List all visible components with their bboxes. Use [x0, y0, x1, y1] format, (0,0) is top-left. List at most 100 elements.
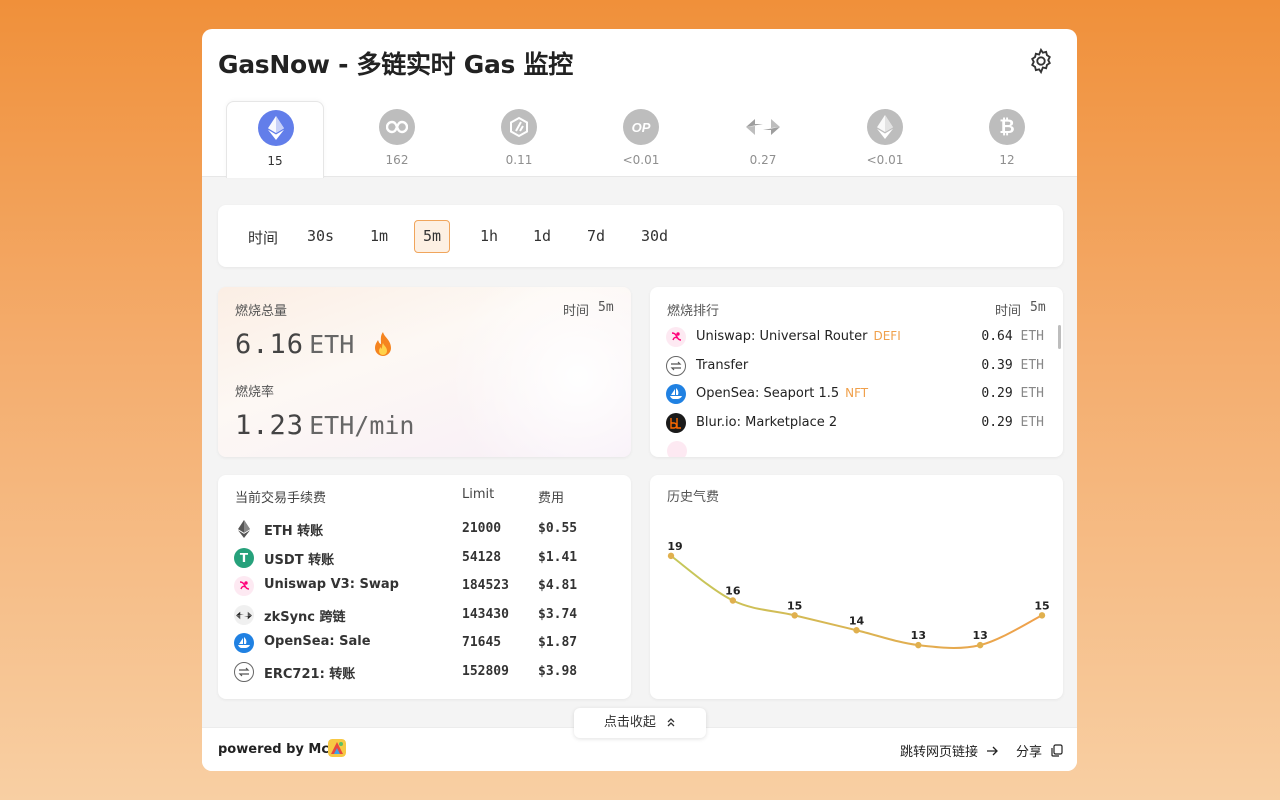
ranking-title: 燃烧排行	[667, 304, 720, 319]
fee-row: OpenSea: Sale 71645 $1.87	[234, 631, 614, 655]
burn-rate-unit: ETH/min	[309, 411, 415, 440]
opensea-icon	[666, 384, 686, 404]
data-label: 19	[667, 540, 682, 553]
transfer-icon	[234, 662, 254, 682]
fee-title: 当前交易手续费	[235, 491, 327, 506]
ranking-row[interactable]: Transfer 0.39 ETH	[666, 354, 1044, 378]
ranking-unit: ETH	[1020, 358, 1044, 373]
time-option-1m[interactable]: 1m	[361, 220, 397, 253]
time-option-30d[interactable]: 30d	[632, 220, 677, 253]
uniswap-icon	[666, 327, 686, 347]
chevrons-up-icon	[667, 718, 675, 727]
burn-total-label: 燃烧总量	[235, 304, 288, 319]
chain-tab-goerli[interactable]: <0.01	[836, 101, 934, 177]
ranking-value: 0.29	[981, 415, 1013, 430]
ranking-unit: ETH	[1020, 415, 1044, 430]
ethereum-icon	[258, 110, 294, 146]
chain-tab-arbitrum[interactable]: 0.11	[470, 101, 568, 177]
fee-name: USDT 转账	[264, 553, 335, 568]
burn-rate-value: 1.23	[235, 410, 305, 441]
fee-limit: 184523	[462, 578, 509, 593]
time-option-5m[interactable]: 5m	[414, 220, 451, 253]
collapse-label: 点击收起	[603, 715, 656, 730]
fee-cost: $3.98	[538, 664, 578, 679]
chain-tab-polygon[interactable]: 162	[348, 101, 446, 177]
zksync-icon	[745, 109, 781, 145]
chain-value: 12	[999, 153, 1015, 167]
data-point[interactable]	[791, 612, 798, 619]
chain-tabs: 15 162 0.11 OP <0.01 0.27 <0.01 ₿ 12	[202, 99, 1077, 178]
burn-total: 6.16 ETH	[235, 329, 354, 360]
fee-limit: 21000	[462, 521, 502, 536]
ranking-row[interactable]: Blur.io: Marketplace 2 0.29 ETH	[666, 411, 1044, 435]
burn-ranking-card: 燃烧排行 时间 5m Uniswap: Universal Router DEFI…	[650, 287, 1063, 457]
share-label: 分享	[1016, 745, 1043, 760]
opensea-icon	[234, 633, 254, 653]
ranking-unit: ETH	[1020, 386, 1044, 401]
tx-fee-card: 当前交易手续费 Limit 费用 ETH 转账 21000 $0.55 T US…	[218, 475, 631, 699]
time-option-1d[interactable]: 1d	[524, 220, 560, 253]
bitcoin-icon: ₿	[989, 109, 1025, 145]
collapse-button[interactable]: 点击收起	[574, 708, 706, 738]
ranking-scrollbar[interactable]	[1058, 325, 1061, 349]
chain-tab-ethereum[interactable]: 15	[226, 101, 324, 178]
fee-limit: 54128	[462, 550, 502, 565]
blur-icon	[666, 413, 686, 433]
fire-icon	[375, 332, 391, 356]
data-point[interactable]	[853, 627, 860, 634]
data-label: 13	[911, 629, 926, 642]
gas-history-card: 历史气费 19 16 15 14 13 13 15	[650, 475, 1063, 699]
chain-tab-optimism[interactable]: OP <0.01	[592, 101, 690, 177]
time-option-1h[interactable]: 1h	[471, 220, 507, 253]
ranking-name: OpenSea: Seaport 1.5	[696, 386, 840, 401]
ranking-time-value: 5m	[1030, 300, 1046, 315]
data-point[interactable]	[915, 641, 922, 649]
ranking-value: 0.64	[981, 329, 1013, 344]
chain-tab-bitcoin[interactable]: ₿ 12	[958, 101, 1056, 177]
jump-label: 跳转网页链接	[900, 745, 979, 760]
time-option-7d[interactable]: 7d	[578, 220, 614, 253]
jump-link[interactable]: 跳转网页链接	[900, 741, 999, 760]
data-label: 14	[849, 614, 865, 627]
optimism-icon: OP	[623, 109, 659, 145]
ranking-unit: ETH	[1020, 329, 1044, 344]
time-filter-label: 时间	[248, 229, 279, 247]
fee-name: OpenSea: Sale	[264, 634, 371, 649]
mct-logo-icon[interactable]	[328, 739, 346, 757]
burn-rate-label: 燃烧率	[235, 385, 275, 400]
data-point[interactable]	[1038, 612, 1046, 619]
polygon-icon	[379, 109, 415, 145]
chain-tab-zksync[interactable]: 0.27	[714, 101, 812, 177]
fee-name: zkSync 跨链	[264, 610, 346, 625]
fee-limit: 143430	[462, 607, 509, 622]
fee-cost: $3.74	[538, 607, 578, 622]
fee-col-limit: Limit	[462, 487, 495, 502]
ethereum-gray-icon	[867, 109, 903, 145]
arrow-right-icon	[987, 746, 999, 756]
chain-value: 0.11	[505, 153, 533, 167]
burn-summary-card: 燃烧总量 时间 5m 6.16 ETH 燃烧率 1.23 ETH/min	[218, 287, 631, 457]
ranking-name: Uniswap: Universal Router	[696, 329, 868, 344]
gasnow-window: GasNow - 多链实时 Gas 监控 15 162 0.11 OP <0.0…	[202, 29, 1077, 771]
data-label: 16	[725, 585, 741, 598]
data-point[interactable]	[729, 597, 737, 604]
data-label: 15	[1034, 599, 1049, 612]
data-point[interactable]	[976, 641, 984, 649]
data-point[interactable]	[667, 552, 675, 560]
fee-row: zkSync 跨链 143430 $3.74	[234, 603, 614, 627]
fee-name: Uniswap V3: Swap	[264, 577, 399, 592]
time-option-30s[interactable]: 30s	[298, 220, 343, 253]
transfer-icon	[666, 356, 686, 376]
burn-rate: 1.23 ETH/min	[235, 410, 414, 441]
fee-col-cost: 费用	[538, 491, 565, 506]
data-label: 13	[973, 629, 988, 642]
ranking-value: 0.29	[981, 386, 1013, 401]
fee-cost: $0.55	[538, 521, 578, 536]
share-button[interactable]: 分享	[1016, 741, 1063, 760]
fee-cost: $4.81	[538, 578, 578, 593]
time-filter: 时间 30s 1m 5m 1h 1d 7d 30d	[218, 205, 1063, 267]
burn-total-unit: ETH	[309, 330, 355, 359]
settings-gear-icon[interactable]	[1027, 47, 1055, 75]
ranking-row[interactable]: Uniswap: Universal Router DEFI 0.64 ETH	[666, 325, 1044, 349]
ranking-row[interactable]: OpenSea: Seaport 1.5 NFT 0.29 ETH	[666, 382, 1044, 406]
